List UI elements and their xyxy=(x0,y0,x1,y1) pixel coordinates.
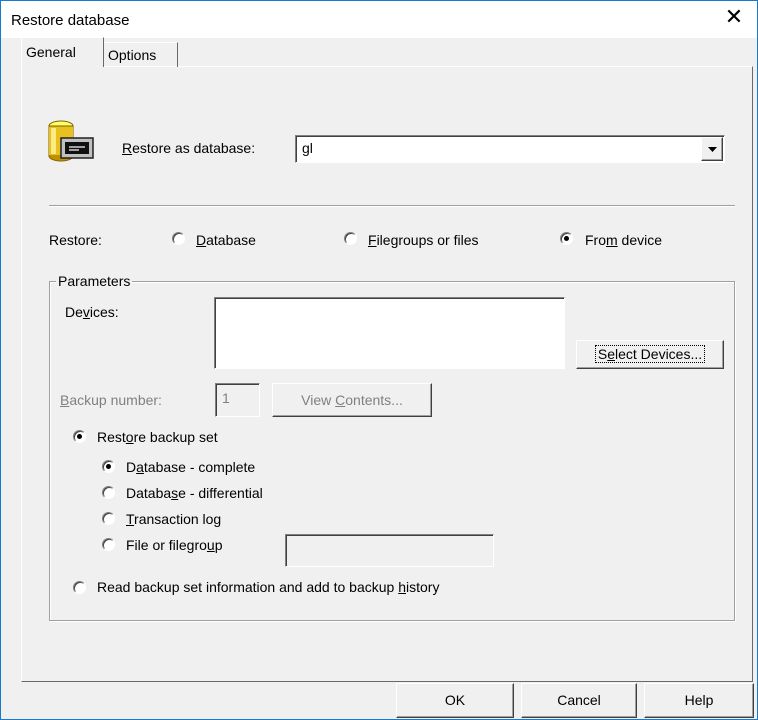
restore-filegroups-accel: F xyxy=(368,232,377,248)
read-backup-set-radio[interactable] xyxy=(73,581,86,594)
help-label: Help xyxy=(684,692,714,708)
separator xyxy=(49,205,735,207)
file-or-filegroup-post: p xyxy=(214,537,223,553)
select-devices-button[interactable]: Select Devices... xyxy=(576,340,724,369)
help-button[interactable]: Help xyxy=(644,683,754,718)
database-complete-radio[interactable] xyxy=(102,460,115,473)
view-contents-accel: C xyxy=(335,392,346,408)
devices-label-pre: De xyxy=(65,304,83,320)
database-icon xyxy=(48,120,94,162)
transaction-log-accel: T xyxy=(126,511,135,527)
restore-filegroups-text: ilegroups or files xyxy=(376,232,479,248)
read-backup-set-pre: Read backup set information and add to b… xyxy=(97,579,399,595)
view-contents-button[interactable]: View Contents... xyxy=(272,383,432,417)
backup-number-field[interactable]: 1 xyxy=(215,383,260,417)
restore-from-device-accel: m xyxy=(606,232,618,248)
restore-database-radio[interactable] xyxy=(172,232,185,245)
cancel-label: Cancel xyxy=(557,692,601,708)
database-differential-post: e - differential xyxy=(178,485,263,501)
database-complete-accel: a xyxy=(136,459,144,475)
database-complete-post: tabase - complete xyxy=(143,459,256,475)
restore-as-database-combobox[interactable]: gl xyxy=(295,135,725,163)
database-differential-pre: Databa xyxy=(126,485,172,501)
select-devices-accel: e xyxy=(607,346,615,362)
tab-options-label: Options xyxy=(108,47,157,63)
backup-number-text: ackup number: xyxy=(69,392,162,408)
chevron-down-icon xyxy=(708,147,717,152)
devices-listbox[interactable] xyxy=(214,297,565,369)
window-title: Restore database xyxy=(11,12,130,29)
read-backup-set-post: istory xyxy=(406,579,440,595)
select-devices-pre: S xyxy=(597,346,608,362)
devices-label: Devices: xyxy=(65,304,119,320)
restore-backup-set-pre: Rest xyxy=(97,429,126,445)
close-icon[interactable]: ✕ xyxy=(711,1,757,33)
restore-as-accel: R xyxy=(122,140,133,156)
transaction-log-post: ransaction log xyxy=(134,511,222,527)
database-differential-label[interactable]: Database - differential xyxy=(126,485,263,501)
select-devices-label: Select Devices... xyxy=(594,345,706,363)
backup-number-label: Backup number: xyxy=(60,392,162,408)
database-complete-label[interactable]: Database - complete xyxy=(126,459,255,475)
backup-number-value: 1 xyxy=(222,390,230,406)
select-devices-post: lect Devices... xyxy=(615,346,703,362)
restore-from-device-post: device xyxy=(617,232,663,248)
tab-general[interactable]: General xyxy=(21,37,104,67)
restore-from-device-radio[interactable] xyxy=(560,232,573,245)
tab-options[interactable]: Options xyxy=(104,42,178,67)
restore-filegroups-radio[interactable] xyxy=(344,232,357,245)
backup-number-accel: B xyxy=(60,392,70,408)
transaction-log-label[interactable]: Transaction log xyxy=(126,511,221,527)
view-contents-pre: View xyxy=(301,392,336,408)
tab-general-label: General xyxy=(26,44,76,60)
ok-label: OK xyxy=(444,692,466,708)
restore-as-dropdown-button[interactable] xyxy=(701,137,723,161)
restore-as-label-text: estore as database: xyxy=(132,140,256,156)
file-or-filegroup-pre: File or filegro xyxy=(126,537,207,553)
title-bar: Restore database ✕ xyxy=(1,1,757,38)
file-or-filegroup-accel: u xyxy=(206,537,215,553)
view-contents-post: ontents... xyxy=(345,392,403,408)
file-or-filegroup-radio[interactable] xyxy=(102,538,115,551)
read-backup-set-label[interactable]: Read backup set information and add to b… xyxy=(97,579,439,595)
restore-as-database-value: gl xyxy=(302,140,313,156)
transaction-log-radio[interactable] xyxy=(102,512,115,525)
devices-accel: v xyxy=(82,304,90,320)
restore-from-device-pre: Fro xyxy=(585,232,606,248)
read-backup-set-accel: h xyxy=(398,579,406,595)
restore-from-device-label[interactable]: From device xyxy=(585,232,662,248)
restore-backup-set-post: re backup set xyxy=(133,429,218,445)
database-complete-pre: D xyxy=(126,459,137,475)
restore-backup-set-label[interactable]: Restore backup set xyxy=(97,429,218,445)
restore-as-database-label: Restore as database: xyxy=(122,140,255,156)
file-or-filegroup-label[interactable]: File or filegroup xyxy=(126,537,223,553)
restore-label: Restore: xyxy=(49,232,102,248)
restore-backup-set-accel: o xyxy=(125,429,134,445)
database-differential-radio[interactable] xyxy=(102,486,115,499)
file-or-filegroup-field[interactable] xyxy=(285,534,494,567)
parameters-title: Parameters xyxy=(56,273,133,289)
ok-button[interactable]: OK xyxy=(396,683,514,718)
restore-backup-set-radio[interactable] xyxy=(73,430,86,443)
restore-database-accel: D xyxy=(196,232,207,248)
restore-database-text: atabase xyxy=(206,232,256,248)
cancel-button[interactable]: Cancel xyxy=(521,683,637,718)
restore-filegroups-label[interactable]: Filegroups or files xyxy=(368,232,479,248)
restore-database-label[interactable]: Database xyxy=(196,232,256,248)
devices-label-post: ices: xyxy=(89,304,119,320)
